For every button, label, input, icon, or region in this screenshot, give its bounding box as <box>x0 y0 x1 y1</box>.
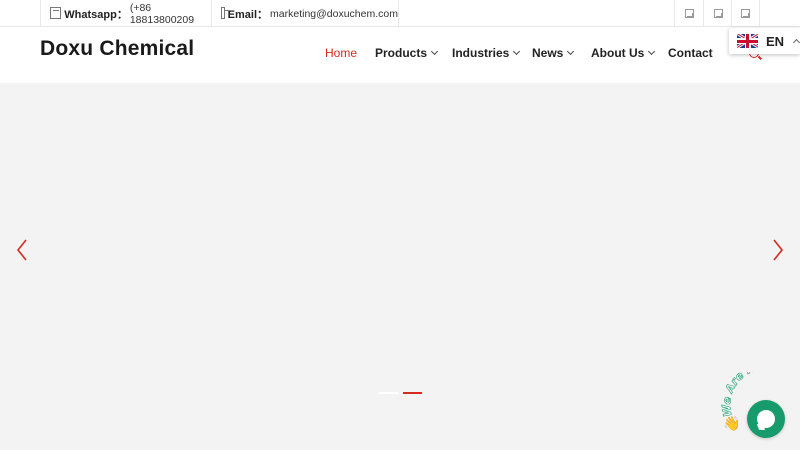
social-icon-2 <box>713 9 723 18</box>
email-contact[interactable]: Email： marketing@doxuchem.com <box>211 0 399 27</box>
chevron-up-icon <box>793 38 800 46</box>
social-link-1[interactable] <box>674 0 703 27</box>
nav-label-products: Products <box>375 46 428 60</box>
whatsapp-number[interactable]: (+86 18813800209 <box>130 2 212 26</box>
slider-dot-2-active[interactable] <box>403 392 422 394</box>
email-address[interactable]: marketing@doxuchem.com <box>270 8 398 20</box>
nav-item-home[interactable]: Home <box>325 46 357 60</box>
whatsapp-label: Whatsapp： <box>64 8 128 21</box>
nav-item-news[interactable]: News <box>532 46 575 60</box>
nav-item-industries[interactable]: Industries <box>452 46 521 60</box>
site-logo[interactable]: Doxu Chemical <box>40 37 194 61</box>
chevron-left-icon[interactable] <box>15 238 29 262</box>
site-header: Doxu Chemical Home Products Industries N… <box>0 28 800 83</box>
chevron-right-icon[interactable] <box>771 238 785 262</box>
social-icon-1 <box>684 9 694 18</box>
whatsapp-icon <box>50 6 62 19</box>
whatsapp-contact[interactable]: Whatsapp： (+86 18813800209 <box>40 0 212 27</box>
nav-label-news: News <box>532 46 564 60</box>
chat-bubble-icon <box>757 410 775 428</box>
language-selector[interactable]: EN <box>729 28 800 54</box>
top-contact-bar: Whatsapp： (+86 18813800209 Email： market… <box>0 0 800 27</box>
uk-flag-icon <box>737 34 758 48</box>
language-code: EN <box>766 33 785 49</box>
social-link-2[interactable] <box>703 0 732 27</box>
hero-slider <box>0 83 800 450</box>
nav-item-products[interactable]: Products <box>375 46 439 60</box>
chevron-down-icon <box>513 47 521 55</box>
social-icon-3 <box>741 9 750 18</box>
waving-hand-icon: 👋 <box>723 415 741 431</box>
email-icon <box>221 6 230 19</box>
nav-label-contact: Contact <box>668 46 713 60</box>
chevron-down-icon <box>648 47 656 55</box>
nav-item-contact[interactable]: Contact <box>668 46 713 60</box>
nav-label-about-us: About Us <box>591 46 645 60</box>
chevron-down-icon <box>567 47 575 55</box>
nav-label-industries: Industries <box>452 46 510 60</box>
chat-button[interactable] <box>747 400 785 438</box>
social-link-3[interactable] <box>731 0 760 27</box>
slider-dot-1[interactable] <box>379 392 398 394</box>
nav-item-about-us[interactable]: About Us <box>591 46 656 60</box>
chevron-down-icon <box>430 47 439 55</box>
nav-label-home: Home <box>325 46 358 60</box>
email-label: Email： <box>227 8 269 21</box>
